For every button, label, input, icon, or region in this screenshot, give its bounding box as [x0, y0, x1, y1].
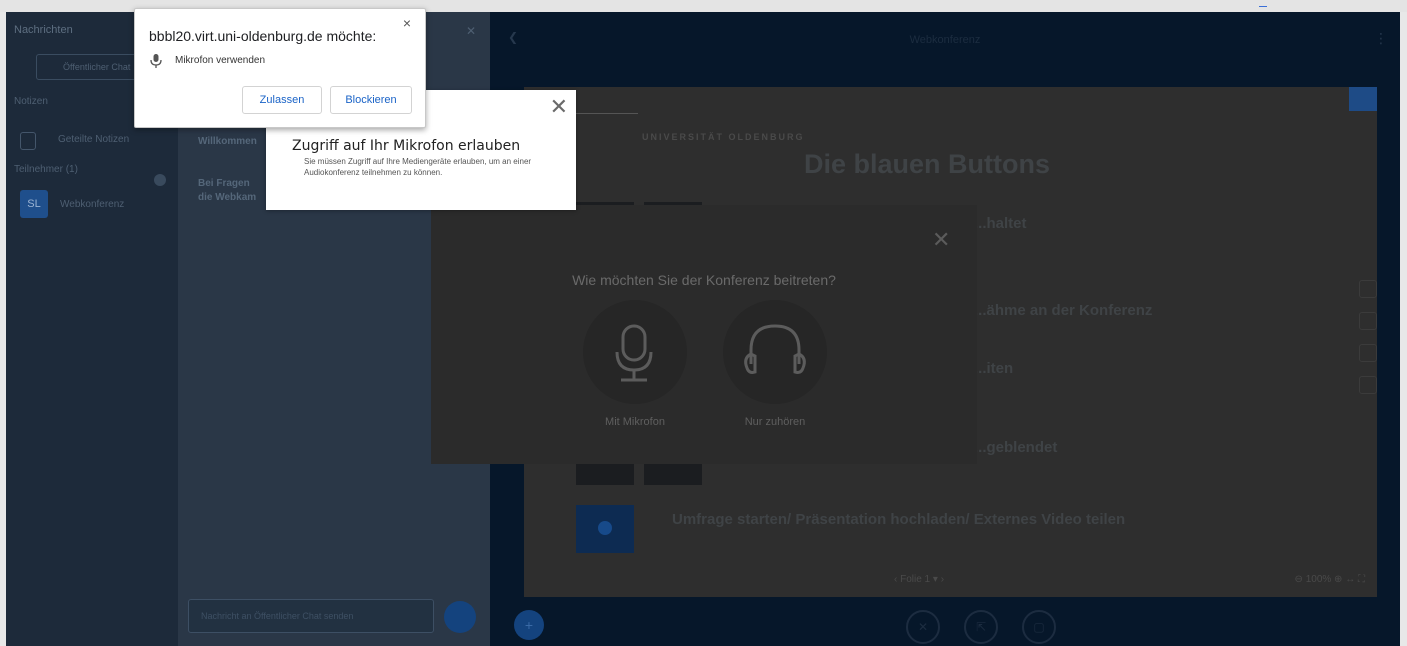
microphone-option-label: Mit Mikrofon — [605, 416, 665, 428]
block-button[interactable]: Blockieren — [330, 86, 412, 114]
allow-button[interactable]: Zulassen — [242, 86, 322, 114]
permission-title: bbbl20.virt.uni-oldenburg.de möchte: — [149, 28, 377, 44]
browser-permission-prompt: bbbl20.virt.uni-oldenburg.de möchte: × M… — [134, 8, 426, 128]
permission-close-icon[interactable]: × — [403, 15, 411, 31]
blue-mark — [1259, 6, 1267, 7]
hint-text: Sie müssen Zugriff auf Ihre Mediengeräte… — [304, 157, 532, 177]
join-question: Wie möchten Sie der Konferenz beitreten? — [572, 272, 836, 288]
modal-close-icon[interactable]: ✕ — [932, 227, 950, 253]
microphone-icon — [615, 324, 653, 382]
permission-text: Mikrofon verwenden — [175, 55, 266, 66]
microphone-icon — [150, 54, 162, 68]
microphone-option[interactable]: Mit Mikrofon — [583, 300, 687, 428]
join-audio-modal: ✕ Wie möchten Sie der Konferenz beitrete… — [431, 205, 977, 464]
listen-only-option[interactable]: Nur zuhören — [723, 300, 827, 428]
hint-close-icon[interactable]: ✕ — [550, 94, 568, 120]
listen-only-option-circle[interactable] — [723, 300, 827, 404]
headphones-icon — [744, 324, 806, 374]
microphone-option-circle[interactable] — [583, 300, 687, 404]
hint-title: Zugriff auf Ihr Mikrofon erlauben — [292, 138, 521, 154]
listen-only-option-label: Nur zuhören — [744, 416, 806, 428]
